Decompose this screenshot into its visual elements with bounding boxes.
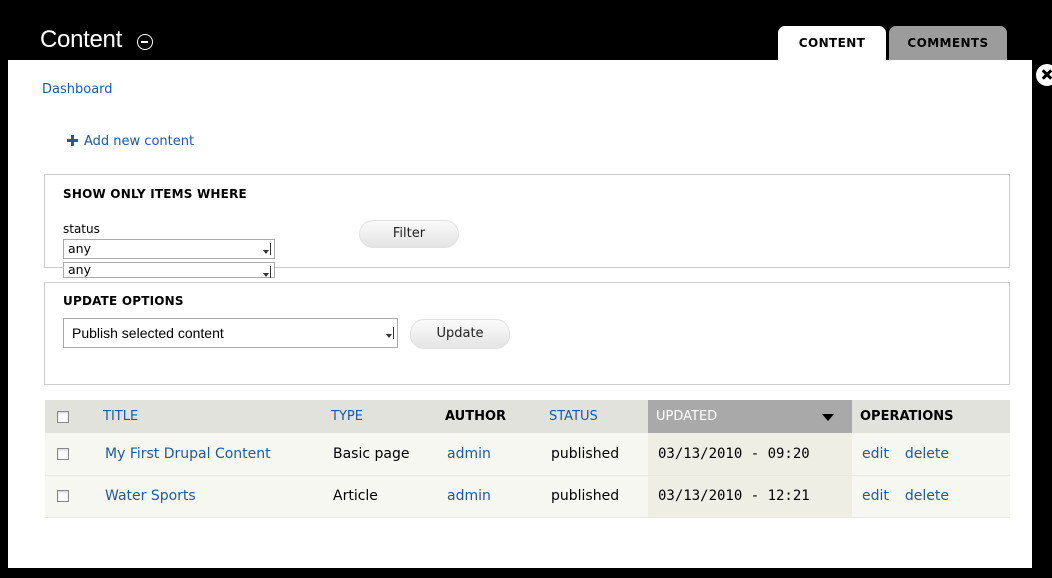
row-operations: edit delete bbox=[852, 433, 1010, 475]
row-delete-link[interactable]: delete bbox=[905, 446, 949, 462]
row-updated: 03/13/2010 - 12:21 bbox=[648, 475, 852, 517]
filter-button[interactable]: Filter bbox=[359, 220, 459, 248]
row-checkbox[interactable] bbox=[57, 490, 69, 502]
update-button[interactable]: Update bbox=[410, 319, 510, 349]
tab-comments[interactable]: COMMENTS bbox=[889, 26, 1007, 60]
collapse-icon[interactable] bbox=[137, 34, 153, 50]
overlay-header: Content CONTENT COMMENTS bbox=[0, 0, 1052, 60]
row-title-link[interactable]: My First Drupal Content bbox=[105, 446, 271, 462]
row-author-link[interactable]: admin bbox=[447, 488, 491, 504]
status-label: status bbox=[63, 222, 100, 236]
secondary-filter-value: any bbox=[68, 262, 91, 277]
dropdown-arrow-icon bbox=[262, 266, 271, 278]
content-table: TITLE TYPE AUTHOR STATUS UPDATED OPERATI… bbox=[45, 400, 1010, 518]
row-title-cell: My First Drupal Content bbox=[95, 433, 323, 475]
row-updated: 03/13/2010 - 09:20 bbox=[648, 433, 852, 475]
add-new-content-link[interactable]: Add new content bbox=[67, 134, 194, 149]
row-edit-link[interactable]: edit bbox=[862, 446, 889, 462]
row-type: Article bbox=[323, 475, 437, 517]
row-status: published bbox=[541, 433, 648, 475]
table-row: My First Drupal Content Basic page admin… bbox=[45, 433, 1010, 475]
row-delete-link[interactable]: delete bbox=[905, 488, 949, 504]
dropdown-arrow-icon bbox=[385, 327, 394, 339]
add-new-content-label: Add new content bbox=[84, 134, 195, 149]
row-operations: edit delete bbox=[852, 475, 1010, 517]
row-checkbox[interactable] bbox=[57, 447, 69, 460]
row-title-cell: Water Sports bbox=[95, 475, 323, 517]
overlay-close-icon[interactable] bbox=[1036, 64, 1052, 86]
table-header-row: TITLE TYPE AUTHOR STATUS UPDATED OPERATI… bbox=[45, 400, 1010, 433]
operation-select-value: Publish selected content bbox=[72, 325, 224, 341]
row-title-link[interactable]: Water Sports bbox=[105, 488, 196, 504]
select-all-header bbox=[45, 400, 95, 433]
status-select-value: any bbox=[68, 241, 91, 256]
column-header-operations: OPERATIONS bbox=[852, 400, 1010, 433]
column-header-updated[interactable]: UPDATED bbox=[648, 400, 852, 433]
dropdown-arrow-icon bbox=[262, 243, 271, 255]
select-all-checkbox[interactable] bbox=[57, 410, 69, 423]
plus-icon bbox=[67, 135, 78, 146]
filter-legend: SHOW ONLY ITEMS WHERE bbox=[63, 187, 247, 201]
column-header-status[interactable]: STATUS bbox=[541, 400, 648, 433]
status-select[interactable]: any bbox=[63, 239, 275, 259]
breadcrumb-dashboard[interactable]: Dashboard bbox=[42, 82, 113, 97]
row-select-cell bbox=[45, 433, 95, 475]
secondary-filter-select[interactable]: any bbox=[63, 262, 275, 278]
column-header-title[interactable]: TITLE bbox=[95, 400, 323, 433]
page-title: Content bbox=[40, 26, 122, 53]
update-options-legend: UPDATE OPTIONS bbox=[63, 294, 184, 308]
row-status: published bbox=[541, 475, 648, 517]
table-row: Water Sports Article admin published 03/… bbox=[45, 475, 1010, 517]
row-type: Basic page bbox=[323, 433, 437, 475]
row-author-cell: admin bbox=[437, 433, 541, 475]
column-header-author: AUTHOR bbox=[437, 400, 541, 433]
update-options-fieldset: UPDATE OPTIONS Publish selected content … bbox=[44, 282, 1010, 385]
row-select-cell bbox=[45, 475, 95, 517]
row-author-cell: admin bbox=[437, 475, 541, 517]
sort-descending-icon bbox=[822, 414, 834, 421]
content-panel: Dashboard Add new content SHOW ONLY ITEM… bbox=[8, 60, 1032, 568]
row-author-link[interactable]: admin bbox=[447, 446, 491, 462]
filter-fieldset: SHOW ONLY ITEMS WHERE status any any Fil… bbox=[44, 174, 1010, 278]
column-header-type[interactable]: TYPE bbox=[323, 400, 437, 433]
tab-content[interactable]: CONTENT bbox=[778, 26, 886, 60]
operation-select[interactable]: Publish selected content bbox=[63, 318, 398, 348]
row-edit-link[interactable]: edit bbox=[862, 488, 889, 504]
